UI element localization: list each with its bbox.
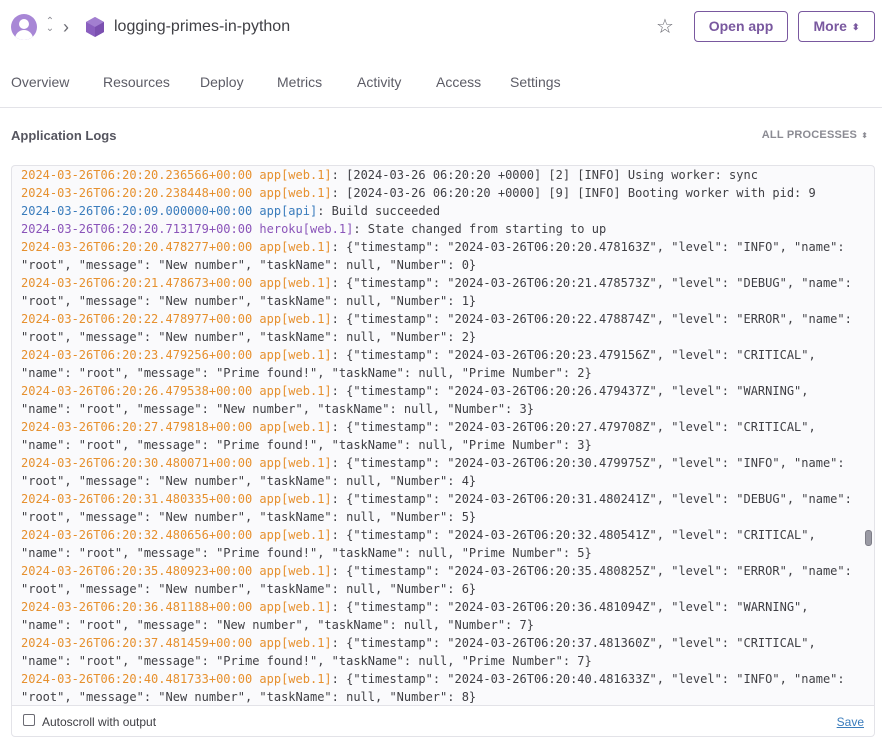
log-message: : {"timestamp": "2024-03-26T06:20:30.479… (331, 456, 845, 470)
log-timestamp: 2024-03-26T06:20:21.478673+00:00 app[web… (21, 276, 332, 290)
log-message: : {"timestamp": "2024-03-26T06:20:36.481… (331, 600, 809, 614)
log-message: : {"timestamp": "2024-03-26T06:20:40.481… (331, 672, 845, 686)
log-line-continuation: "name": "root", "message": "New number",… (21, 618, 534, 632)
tab-metrics[interactable]: Metrics (277, 72, 322, 92)
app-tabs: Overview Resources Deploy Metrics Activi… (0, 62, 882, 106)
log-timestamp: 2024-03-26T06:20:36.481188+00:00 app[web… (21, 600, 332, 614)
log-line-continuation: "name": "root", "message": "Prime found!… (21, 366, 592, 380)
tab-activity[interactable]: Activity (357, 72, 401, 92)
log-message: : {"timestamp": "2024-03-26T06:20:23.479… (331, 348, 816, 362)
app-name[interactable]: logging-primes-in-python (114, 16, 290, 38)
open-app-button[interactable]: Open app (694, 11, 788, 42)
tab-overview[interactable]: Overview (11, 72, 69, 92)
log-timestamp: 2024-03-26T06:20:27.479818+00:00 app[web… (21, 420, 332, 434)
log-line: 2024-03-26T06:20:36.481188+00:00 app[web… (21, 598, 859, 616)
log-line-continuation: "root", "message": "New number", "taskNa… (21, 294, 477, 308)
user-avatar[interactable] (11, 14, 37, 40)
log-line: 2024-03-26T06:20:20.478277+00:00 app[web… (21, 238, 859, 256)
star-icon[interactable]: ☆ (654, 16, 676, 38)
log-output[interactable]: 2024-03-26T06:20:20.236566+00:00 app[web… (11, 165, 875, 705)
log-line: 2024-03-26T06:20:20.238448+00:00 app[web… (21, 184, 859, 202)
log-line-continuation: "name": "root", "message": "Prime found!… (21, 654, 592, 668)
logs-title: Application Logs (11, 128, 117, 143)
scrollbar-thumb[interactable] (865, 530, 872, 546)
log-line: 2024-03-26T06:20:27.479818+00:00 app[web… (21, 418, 859, 436)
updown-caret-icon: ⬍ (851, 22, 860, 32)
log-line: 2024-03-26T06:20:40.481733+00:00 app[web… (21, 670, 859, 688)
log-line: 2024-03-26T06:20:21.478673+00:00 app[web… (21, 274, 859, 292)
log-message: : [2024-03-26 06:20:20 +0000] [2] [INFO]… (331, 168, 758, 182)
autoscroll-checkbox[interactable] (23, 714, 35, 726)
tab-resources[interactable]: Resources (103, 72, 170, 92)
log-timestamp: 2024-03-26T06:20:22.478977+00:00 app[web… (21, 312, 332, 326)
log-line: 2024-03-26T06:20:20.713179+00:00 heroku[… (21, 220, 859, 238)
log-line-continuation: "root", "message": "New number", "taskNa… (21, 258, 477, 272)
more-button[interactable]: More ⬍ (798, 11, 875, 42)
chevron-right-icon: › (63, 17, 69, 37)
app-hexagon-icon (86, 17, 104, 37)
account-switcher-icon[interactable]: ⌃ ⌄ (44, 17, 56, 36)
log-timestamp: 2024-03-26T06:20:26.479538+00:00 app[web… (21, 384, 332, 398)
log-message: : {"timestamp": "2024-03-26T06:20:20.478… (331, 240, 845, 254)
log-timestamp: 2024-03-26T06:20:20.238448+00:00 app[web… (21, 186, 332, 200)
log-timestamp: 2024-03-26T06:20:20.478277+00:00 app[web… (21, 240, 332, 254)
log-message: : State changed from starting to up (353, 222, 607, 236)
log-line: 2024-03-26T06:20:20.236566+00:00 app[web… (21, 166, 859, 184)
process-filter-dropdown[interactable]: ALL PROCESSES ⬍ (762, 128, 868, 143)
log-timestamp: 2024-03-26T06:20:09.000000+00:00 app[api… (21, 204, 318, 218)
log-line-continuation: "root", "message": "New number", "taskNa… (21, 690, 477, 704)
log-line: 2024-03-26T06:20:26.479538+00:00 app[web… (21, 382, 859, 400)
log-scrollbar[interactable] (864, 166, 872, 705)
log-line: 2024-03-26T06:20:09.000000+00:00 app[api… (21, 202, 859, 220)
process-filter-label: ALL PROCESSES (761, 129, 858, 141)
log-line: 2024-03-26T06:20:37.481459+00:00 app[web… (21, 634, 859, 652)
log-message: : {"timestamp": "2024-03-26T06:20:27.479… (331, 420, 816, 434)
log-line-continuation: "name": "root", "message": "Prime found!… (21, 546, 592, 560)
log-line-continuation: "name": "root", "message": "New number",… (21, 402, 534, 416)
log-line: 2024-03-26T06:20:32.480656+00:00 app[web… (21, 526, 859, 544)
log-line: 2024-03-26T06:20:30.480071+00:00 app[web… (21, 454, 859, 472)
log-line-continuation: "root", "message": "New number", "taskNa… (21, 474, 477, 488)
log-line: 2024-03-26T06:20:22.478977+00:00 app[web… (21, 310, 859, 328)
log-line-continuation: "root", "message": "New number", "taskNa… (21, 330, 477, 344)
log-timestamp: 2024-03-26T06:20:37.481459+00:00 app[web… (21, 636, 332, 650)
log-timestamp: 2024-03-26T06:20:32.480656+00:00 app[web… (21, 528, 332, 542)
log-message: : {"timestamp": "2024-03-26T06:20:22.478… (331, 312, 852, 326)
log-timestamp: 2024-03-26T06:20:31.480335+00:00 app[web… (21, 492, 332, 506)
log-timestamp: 2024-03-26T06:20:20.236566+00:00 app[web… (21, 168, 332, 182)
log-timestamp: 2024-03-26T06:20:30.480071+00:00 app[web… (21, 456, 332, 470)
log-timestamp: 2024-03-26T06:20:20.713179+00:00 heroku[… (21, 222, 354, 236)
save-link[interactable]: Save (837, 715, 864, 729)
log-message: : {"timestamp": "2024-03-26T06:20:32.480… (331, 528, 816, 542)
log-message: : {"timestamp": "2024-03-26T06:20:35.480… (331, 564, 852, 578)
log-line: 2024-03-26T06:20:31.480335+00:00 app[web… (21, 490, 859, 508)
log-message: : {"timestamp": "2024-03-26T06:20:26.479… (331, 384, 809, 398)
autoscroll-label[interactable]: Autoscroll with output (42, 715, 156, 729)
tab-deploy[interactable]: Deploy (200, 72, 244, 92)
tabs-divider (0, 107, 882, 108)
app-header: ⌃ ⌄ › logging-primes-in-python ☆ Open app… (0, 0, 882, 54)
log-message: : Build succeeded (317, 204, 441, 218)
log-message: : {"timestamp": "2024-03-26T06:20:31.480… (331, 492, 852, 506)
log-timestamp: 2024-03-26T06:20:40.481733+00:00 app[web… (21, 672, 332, 686)
log-line-continuation: "name": "root", "message": "Prime found!… (21, 438, 592, 452)
log-footer: Autoscroll with output Save (11, 705, 875, 737)
tab-settings[interactable]: Settings (510, 72, 561, 92)
log-timestamp: 2024-03-26T06:20:35.480923+00:00 app[web… (21, 564, 332, 578)
log-line-continuation: "root", "message": "New number", "taskNa… (21, 510, 477, 524)
log-message: : {"timestamp": "2024-03-26T06:20:37.481… (331, 636, 816, 650)
updown-caret-icon: ⬍ (861, 131, 868, 140)
log-line: 2024-03-26T06:20:23.479256+00:00 app[web… (21, 346, 859, 364)
log-lines: 2024-03-26T06:20:20.236566+00:00 app[web… (21, 166, 859, 705)
log-line-continuation: "root", "message": "New number", "taskNa… (21, 582, 477, 596)
tab-access[interactable]: Access (436, 72, 481, 92)
log-message: : {"timestamp": "2024-03-26T06:20:21.478… (331, 276, 852, 290)
log-line: 2024-03-26T06:20:35.480923+00:00 app[web… (21, 562, 859, 580)
log-timestamp: 2024-03-26T06:20:23.479256+00:00 app[web… (21, 348, 332, 362)
more-label: More (813, 18, 847, 34)
log-message: : [2024-03-26 06:20:20 +0000] [9] [INFO]… (331, 186, 816, 200)
